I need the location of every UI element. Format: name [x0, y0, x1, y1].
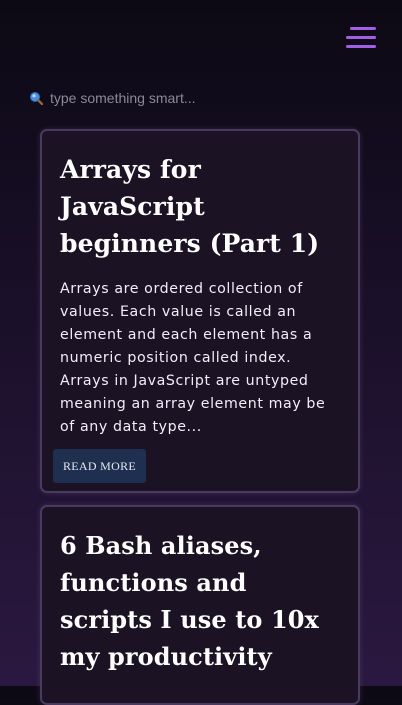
post-title[interactable]: 6 Bash aliases, functions and scripts I …	[60, 527, 340, 675]
hamburger-menu-icon-bar	[346, 45, 376, 48]
menu-button[interactable]	[346, 24, 378, 54]
search-bar	[28, 87, 268, 109]
hamburger-menu-icon-bar	[346, 36, 376, 39]
hamburger-menu-icon	[350, 27, 376, 30]
post-title[interactable]: Arrays for JavaScript beginners (Part 1)	[60, 151, 340, 262]
search-input[interactable]	[50, 90, 250, 106]
post-card: Arrays for JavaScript beginners (Part 1)…	[40, 129, 360, 493]
read-more-button[interactable]: READ MORE	[53, 449, 147, 483]
post-card: 6 Bash aliases, functions and scripts I …	[40, 505, 360, 705]
magnifier-icon	[28, 90, 44, 106]
post-excerpt: Arrays are ordered collection of values.…	[60, 281, 326, 435]
